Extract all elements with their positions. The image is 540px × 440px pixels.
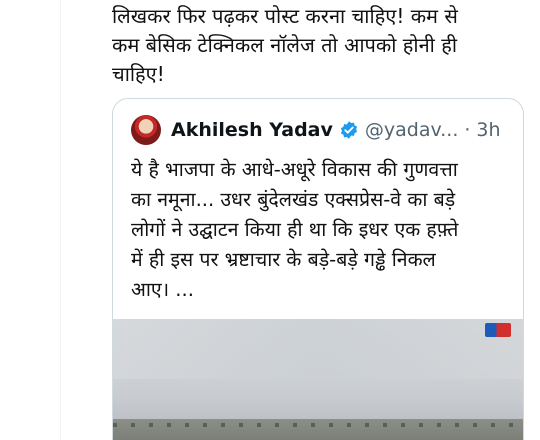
tweet-timestamp[interactable]: 3h	[476, 119, 500, 141]
author-handle[interactable]: @yadav...	[365, 119, 458, 141]
author-name[interactable]: Akhilesh Yadav	[171, 119, 333, 141]
quoted-tweet-image[interactable]	[113, 319, 523, 440]
quoted-tweet-card[interactable]: Akhilesh Yadav @yadav... · 3h ये है भाजप…	[112, 98, 524, 440]
image-railing	[113, 423, 523, 427]
tweet-body-text: लिखकर फिर पढ़कर पोस्ट करना चाहिए! कम से …	[112, 4, 458, 86]
left-edge-panel	[0, 0, 62, 440]
quoted-tweet-header: Akhilesh Yadav @yadav... · 3h	[131, 115, 521, 145]
screen: लिखकर फिर पढ़कर पोस्ट करना चाहिए! कम से …	[0, 0, 540, 440]
channel-logo-icon	[485, 323, 511, 337]
separator-dot: ·	[464, 119, 471, 141]
quoted-tweet-text: ये है भाजपा के आधे-अधूरे विकास की गुणवत्…	[131, 158, 459, 301]
divider	[60, 0, 61, 440]
author-avatar[interactable]	[131, 115, 161, 145]
image-sky	[113, 319, 523, 379]
verified-badge-icon	[340, 121, 357, 139]
